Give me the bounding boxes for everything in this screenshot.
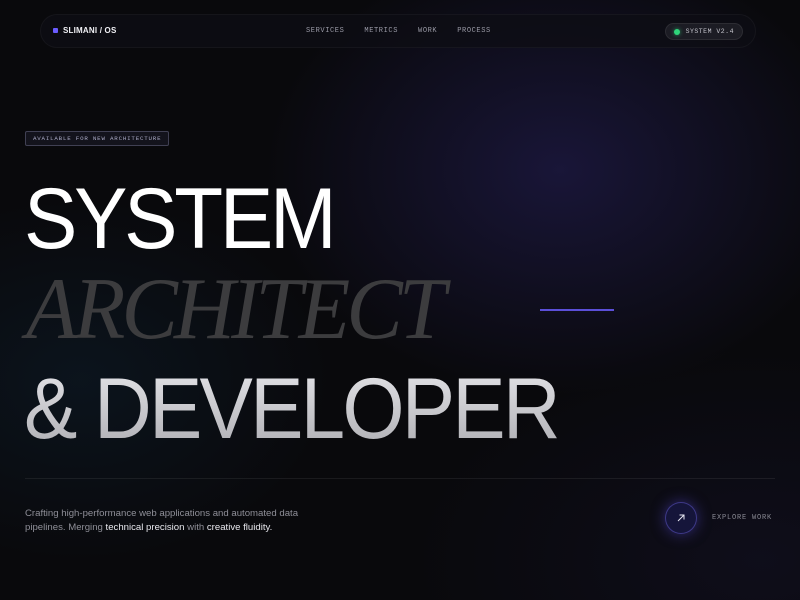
description-highlight-2: creative fluidity.: [206, 522, 273, 533]
headline-line-3: & DEVELOPER: [24, 361, 561, 457]
brand[interactable]: SLIMANI / OS: [53, 26, 117, 35]
status-dot-icon: [673, 28, 680, 35]
headline-line-1: SYSTEM: [24, 171, 337, 267]
hero-description: Crafting high-performance web applicatio…: [25, 507, 325, 535]
nav-link-process[interactable]: PROCESS: [457, 27, 491, 35]
description-highlight-1: technical precision: [105, 522, 185, 533]
system-version: SYSTEM V2.4: [685, 28, 734, 35]
nav-link-services[interactable]: SERVICES: [306, 27, 344, 35]
top-nav: SLIMANI / OS SERVICES METRICS WORK PROCE…: [40, 14, 756, 48]
divider: [25, 478, 775, 479]
nav-link-metrics[interactable]: METRICS: [364, 27, 398, 35]
explore-work-link[interactable]: EXPLORE WORK: [712, 514, 772, 522]
nav-links: SERVICES METRICS WORK PROCESS: [306, 27, 491, 35]
brand-name: SLIMANI / OS: [63, 26, 117, 35]
nav-link-work[interactable]: WORK: [418, 27, 437, 35]
accent-line: [540, 309, 614, 311]
system-status-pill: SYSTEM V2.4: [664, 23, 743, 40]
explore-work-button[interactable]: [665, 502, 697, 534]
availability-badge-text: AVAILABLE FOR NEW ARCHITECTURE: [33, 135, 162, 142]
brand-logo-icon: [53, 28, 58, 33]
description-text-2: with: [184, 522, 207, 533]
availability-badge: AVAILABLE FOR NEW ARCHITECTURE: [25, 131, 170, 146]
headline-line-2: ARCHITECT: [26, 261, 446, 358]
arrow-up-right-icon: [677, 514, 685, 522]
